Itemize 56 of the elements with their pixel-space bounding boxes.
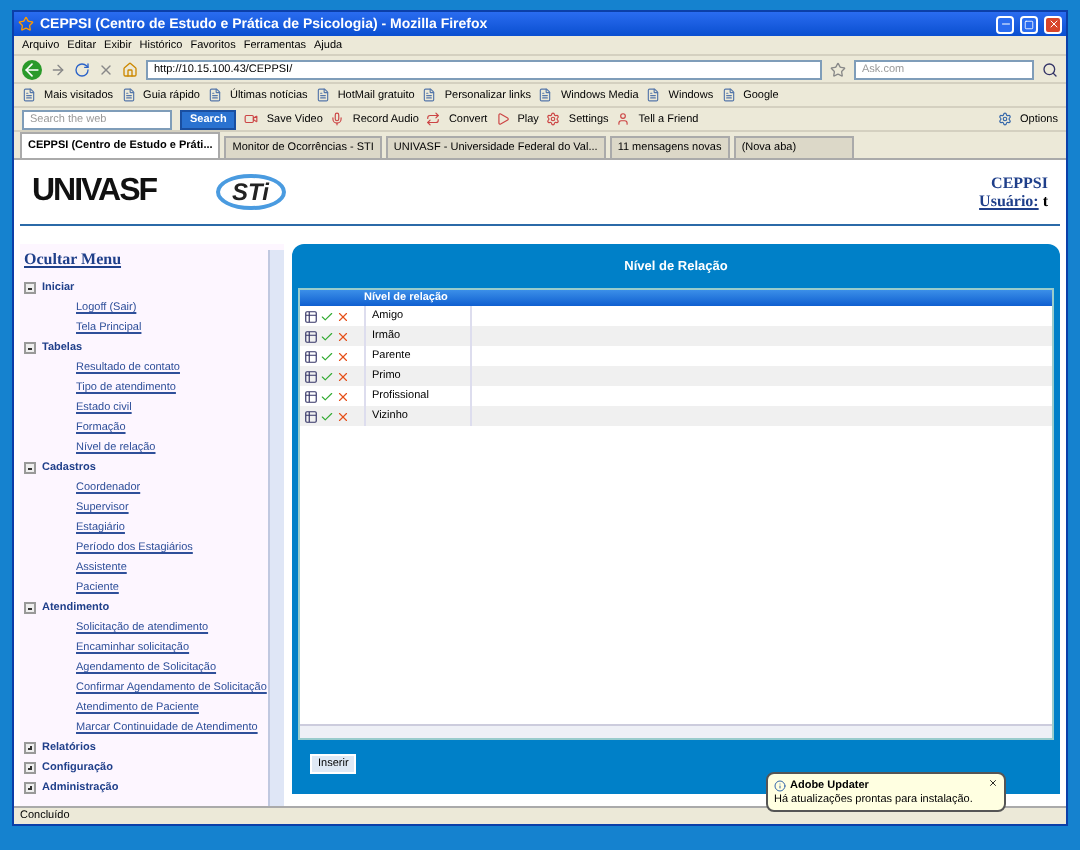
toolbar-icon: [244, 112, 259, 126]
table-icon[interactable]: [304, 409, 318, 423]
delete-icon[interactable]: [336, 389, 350, 403]
forward-icon: [50, 61, 66, 77]
table-icon[interactable]: [304, 389, 318, 403]
page-icon: [646, 88, 661, 102]
stop-icon: [98, 61, 114, 77]
hide-menu-link[interactable]: Ocultar Menu: [24, 250, 268, 268]
maximize-icon: [1024, 19, 1034, 29]
page-icon: [207, 88, 222, 102]
toolbar-icon: [330, 112, 345, 126]
options-icon: [998, 112, 1013, 126]
expand-toggle[interactable]: [24, 782, 36, 794]
page-icon: [538, 88, 553, 102]
search-icon: [1042, 61, 1058, 77]
close-button[interactable]: [1044, 15, 1062, 33]
info-icon: [774, 779, 786, 791]
collapse-toggle[interactable]: [24, 602, 36, 614]
toolbar-icon: [426, 112, 441, 126]
delete-icon[interactable]: [336, 349, 350, 363]
collapse-toggle[interactable]: [24, 282, 36, 294]
page-icon: [721, 88, 736, 102]
star-icon: [830, 61, 846, 77]
collapse-toggle[interactable]: [24, 462, 36, 474]
page-icon: [422, 88, 437, 102]
delete-icon[interactable]: [336, 409, 350, 423]
minimize-icon: [999, 18, 1011, 30]
page-icon: [121, 88, 136, 102]
close-icon: [1047, 18, 1059, 30]
univasf-logo: UNIVASF: [32, 174, 157, 210]
page-icon: [22, 88, 36, 102]
table-icon[interactable]: [304, 349, 318, 363]
site-name: CEPPSI: [991, 174, 1048, 192]
expand-toggle[interactable]: [24, 762, 36, 774]
maximize-button[interactable]: [1020, 15, 1038, 33]
sti-logo: STi: [216, 174, 285, 210]
reload-icon: [74, 61, 90, 77]
collapse-toggle[interactable]: [24, 342, 36, 354]
toolbar-icon: [546, 112, 561, 126]
minimize-button[interactable]: [996, 15, 1014, 33]
table-icon[interactable]: [304, 329, 318, 343]
table-icon[interactable]: [304, 369, 318, 383]
back-icon[interactable]: [22, 59, 42, 79]
home-icon: [122, 61, 138, 77]
table-icon[interactable]: [304, 309, 318, 323]
page-icon: [315, 88, 330, 102]
expand-toggle[interactable]: [24, 742, 36, 754]
delete-icon[interactable]: [336, 329, 350, 343]
toolbar-icon: [616, 112, 631, 126]
scrollbar[interactable]: [268, 250, 284, 806]
user-name: t: [1042, 192, 1048, 210]
user-link[interactable]: Usuário:: [979, 192, 1039, 210]
toolbar-icon: [495, 112, 510, 126]
delete-icon[interactable]: [336, 369, 350, 383]
horizontal-scrollbar[interactable]: [300, 724, 1052, 738]
delete-icon[interactable]: [336, 309, 350, 323]
